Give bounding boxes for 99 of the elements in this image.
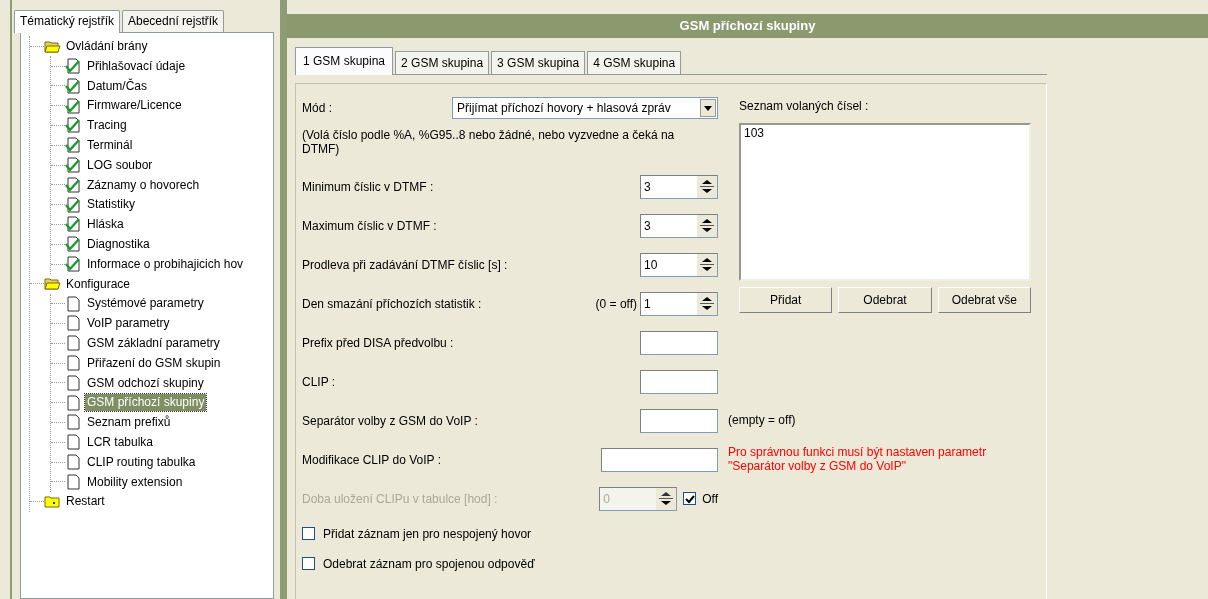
field-label: Prefix před DISA předvolbu : (302, 335, 455, 350)
spin-arrows-icon (657, 490, 676, 508)
spin-arrows-icon (698, 295, 716, 313)
number-input[interactable]: 3 (641, 175, 697, 198)
field-label: CLIP : (302, 374, 337, 389)
spin-field[interactable]: 1 (640, 291, 718, 316)
tree-item[interactable]: Přiřazení do GSM skupin (85, 354, 223, 372)
spin-buttons[interactable] (656, 487, 677, 510)
tree-item[interactable]: Diagnostika (85, 236, 152, 253)
field-label: Maximum číslic v DTMF : (302, 218, 438, 233)
checked-page-icon (65, 236, 82, 253)
sidebar-tab[interactable]: Abecední rejstřík (122, 10, 225, 33)
field-label: Doba uložení CLIPu v tabulce [hod] : (302, 491, 499, 506)
field-label: Prodleva při zadávání DTMF číslic [s] : (302, 257, 509, 272)
check-icon (684, 493, 696, 504)
page-icon (65, 473, 82, 490)
page-icon (65, 454, 82, 470)
group-tab[interactable]: 4 GSM skupina (587, 50, 682, 74)
tree-item[interactable]: VoIP parametry (85, 315, 172, 332)
checked-page-icon (65, 77, 82, 94)
field-label: Minimum číslic v DTMF : (302, 179, 435, 194)
page-icon (65, 394, 82, 411)
caret-icon (703, 104, 713, 112)
tree-item[interactable]: GSM odchozí skupiny (85, 374, 206, 392)
checked-page-icon (65, 137, 82, 154)
field-label: Separátor volby z GSM do VoIP : (302, 413, 479, 428)
tree-item[interactable]: Záznamy o hovorech (85, 176, 202, 194)
number-input[interactable]: 10 (641, 253, 697, 276)
tree-item[interactable]: Firmware/Licence (85, 97, 184, 114)
tree-item[interactable]: CLIP routing tabulka (85, 453, 198, 471)
checked-page-icon (65, 97, 82, 114)
page-icon (65, 335, 82, 352)
field-label: Mód : (302, 100, 333, 116)
number-input[interactable]: 3 (641, 214, 697, 237)
checkbox[interactable] (302, 527, 315, 541)
spin-buttons[interactable] (697, 175, 717, 198)
spin-arrows-icon (698, 217, 716, 235)
sidebar-tab[interactable]: Tématický rejstřík (14, 10, 120, 34)
spin-arrows-icon (698, 256, 716, 274)
tree-item[interactable]: LOG soubor (85, 156, 155, 174)
spin-buttons[interactable] (697, 214, 717, 237)
number-input[interactable]: 1 (641, 292, 697, 315)
tree-item[interactable]: Systémové parametry (85, 295, 206, 312)
checked-page-icon (65, 176, 82, 193)
checkbox-label: Odebrat záznam pro spojenou odpověď (323, 556, 536, 571)
warning-text: Pro správnou funkci musí být nastaven parametr "Separátor volby z GSM do VoIP" (728, 446, 988, 474)
tree-item[interactable]: Konfigurace (64, 275, 133, 293)
page-title: GSM příchozí skupiny (287, 14, 1208, 38)
spin-field[interactable]: 3 (640, 213, 718, 238)
group-tab[interactable]: 2 GSM skupina (395, 50, 490, 74)
tree-item[interactable]: Statistiky (85, 196, 137, 213)
field-label: Den smazání příchozích statistik : (302, 296, 483, 311)
tree-item[interactable]: LCR tabulka (85, 434, 156, 451)
checked-page-icon (65, 157, 82, 174)
tree-item[interactable]: Datum/Čas (85, 77, 150, 95)
spin-buttons[interactable] (697, 292, 717, 315)
spin-buttons[interactable] (697, 253, 717, 276)
mode-dropdown[interactable]: Přijímat příchozí hovory + hlasová zpráv (452, 97, 718, 119)
checkbox[interactable] (302, 557, 315, 571)
field-label: Modifikace CLIP do VoIP : (302, 452, 442, 467)
checkbox-label: Přidat záznam jen pro nespojený hovor (323, 526, 533, 541)
page-icon (65, 295, 82, 312)
tree-item[interactable]: Restart (64, 493, 107, 510)
checked-page-icon (65, 216, 82, 233)
hint-text: (empty = off) (728, 413, 796, 428)
tree-item[interactable]: Přihlašovací údaje (85, 57, 188, 75)
page-icon (65, 355, 82, 372)
list-item[interactable]: 103 (744, 126, 1026, 141)
tree-item[interactable]: Ovládání brány (64, 38, 150, 55)
hint-text: (Volá číslo podle %A, %G95..8 nebo žádné, nebo vyzvedne a čeká na DTMF) (302, 128, 676, 157)
page-icon (65, 434, 82, 451)
page-icon (65, 315, 82, 332)
hint-text: (0 = off) (595, 296, 637, 311)
tree-item[interactable]: Informace o probihajicich hov (85, 255, 246, 273)
list-label: Seznam volaných čísel : (739, 99, 870, 114)
group-tab[interactable]: 1 GSM skupina (295, 46, 394, 75)
checked-page-icon (65, 196, 82, 213)
number-listbox[interactable]: 103 (739, 123, 1031, 282)
tree-item[interactable]: GSM základní parametry (85, 335, 222, 352)
action-button[interactable]: Odebrat (838, 287, 932, 314)
spin-field[interactable]: 10 (640, 252, 718, 277)
page-icon (65, 414, 82, 431)
checked-page-icon (65, 117, 82, 134)
page-icon (65, 374, 82, 391)
tree-item[interactable]: Terminál (85, 137, 135, 154)
tree-item[interactable]: Seznam prefixů (85, 414, 173, 431)
checked-page-icon (65, 58, 82, 75)
dropdown-button[interactable] (700, 99, 716, 117)
tree-item[interactable]: Hláska (85, 216, 126, 233)
spin-arrows-icon (698, 178, 716, 196)
action-button[interactable]: Odebrat vše (937, 287, 1031, 314)
spin-field[interactable]: 3 (640, 174, 718, 199)
checked-page-icon (65, 256, 82, 273)
tree-item[interactable]: GSM příchozí skupiny (85, 394, 207, 411)
tree-item[interactable]: Mobility extension (85, 473, 185, 490)
tree-item[interactable]: Tracing (85, 117, 129, 134)
action-button[interactable]: Přidat (739, 287, 833, 314)
group-tab[interactable]: 3 GSM skupina (491, 50, 586, 74)
checkbox-label: Off (702, 491, 718, 506)
